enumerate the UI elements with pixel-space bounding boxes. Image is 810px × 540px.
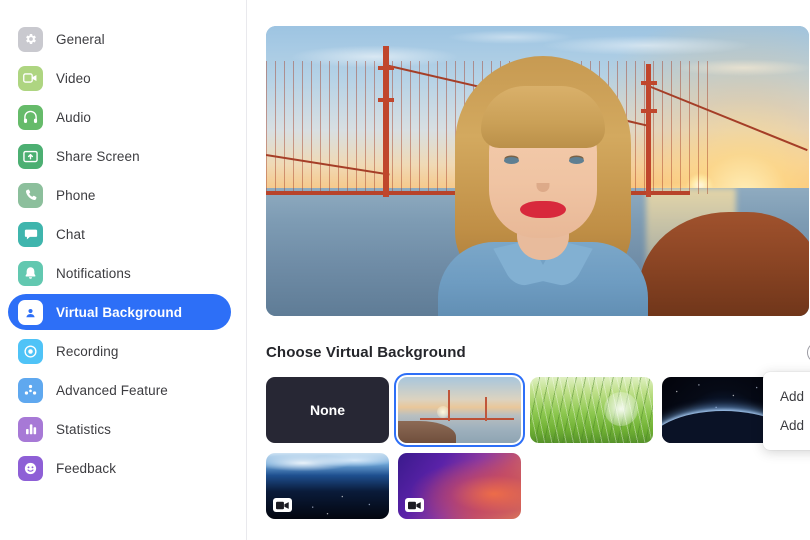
advanced-feature-icon — [18, 377, 43, 403]
virtual-background-panel: Choose Virtual Background None — [247, 0, 810, 540]
gear-icon — [18, 26, 43, 52]
sidebar-item-advanced-feature[interactable]: Advanced Feature — [8, 372, 231, 408]
thumb-clouds — [266, 453, 389, 473]
video-badge-icon — [405, 498, 424, 512]
headphones-icon — [18, 104, 43, 130]
sidebar-item-audio[interactable]: Audio — [8, 99, 231, 135]
sidebar-item-label: Virtual Background — [56, 304, 183, 320]
sidebar-item-label: Notifications — [56, 265, 131, 281]
thumbnail-grass[interactable] — [530, 377, 653, 443]
thumb-rock — [398, 421, 456, 443]
page-title: Choose Virtual Background — [266, 344, 466, 361]
background-thumbnail-grid: None — [266, 373, 810, 519]
bridge-tower — [377, 46, 394, 198]
video-badge-icon — [273, 498, 292, 512]
sidebar-item-label: Phone — [56, 187, 96, 203]
sidebar-item-label: Feedback — [56, 460, 117, 476]
chat-bubble-icon — [18, 221, 43, 247]
settings-sidebar: General Video Audio Share Screen Phone C… — [0, 0, 247, 540]
preview-person — [418, 48, 668, 316]
sidebar-item-video[interactable]: Video — [8, 60, 231, 96]
bell-icon — [18, 260, 43, 286]
video-self-preview — [266, 26, 809, 316]
thumb-sun-glow — [604, 391, 639, 426]
video-camera-icon — [18, 65, 43, 91]
sidebar-item-label: Share Screen — [56, 148, 140, 164]
thumb-bridge-deck — [420, 417, 514, 420]
sidebar-item-phone[interactable]: Phone — [8, 177, 231, 213]
choose-background-header: Choose Virtual Background — [266, 342, 810, 363]
person-card-icon — [18, 299, 43, 325]
thumbnail-earth-horizon-video[interactable] — [266, 453, 389, 519]
thumb-bridge-tower — [485, 396, 488, 421]
sidebar-item-feedback[interactable]: Feedback — [8, 450, 231, 486]
share-screen-icon — [18, 143, 43, 169]
sidebar-item-statistics[interactable]: Statistics — [8, 411, 231, 447]
thumbnail-none[interactable]: None — [266, 377, 389, 443]
person-bangs — [480, 86, 605, 148]
sidebar-item-virtual-background[interactable]: Virtual Background — [8, 294, 231, 330]
sidebar-item-label: General — [56, 31, 105, 47]
sidebar-item-share-screen[interactable]: Share Screen — [8, 138, 231, 174]
sidebar-item-label: Advanced Feature — [56, 382, 168, 398]
sidebar-item-general[interactable]: General — [8, 21, 231, 57]
thumbnail-label: None — [310, 402, 345, 418]
sidebar-item-label: Recording — [56, 343, 119, 359]
person-eye — [568, 157, 584, 164]
sidebar-item-label: Chat — [56, 226, 85, 242]
add-background-menu: Add Add — [763, 372, 810, 450]
phone-icon — [18, 182, 43, 208]
sidebar-item-label: Audio — [56, 109, 92, 125]
record-circle-icon — [18, 338, 43, 364]
sidebar-item-recording[interactable]: Recording — [8, 333, 231, 369]
person-lips — [519, 201, 566, 218]
thumbnail-gradient-video[interactable] — [398, 453, 521, 519]
thumbnail-golden-gate[interactable] — [394, 373, 525, 447]
smiley-face-icon — [18, 455, 43, 481]
virtual-background-settings-window: General Video Audio Share Screen Phone C… — [0, 0, 810, 540]
sidebar-item-label: Statistics — [56, 421, 112, 437]
sidebar-item-notifications[interactable]: Notifications — [8, 255, 231, 291]
add-menu-item-image[interactable]: Add — [763, 382, 810, 411]
sidebar-item-chat[interactable]: Chat — [8, 216, 231, 252]
thumb-bridge-tower — [448, 390, 451, 421]
add-menu-item-video[interactable]: Add — [763, 411, 810, 440]
bar-chart-icon — [18, 416, 43, 442]
sidebar-item-label: Video — [56, 70, 91, 86]
person-eye — [503, 157, 519, 164]
